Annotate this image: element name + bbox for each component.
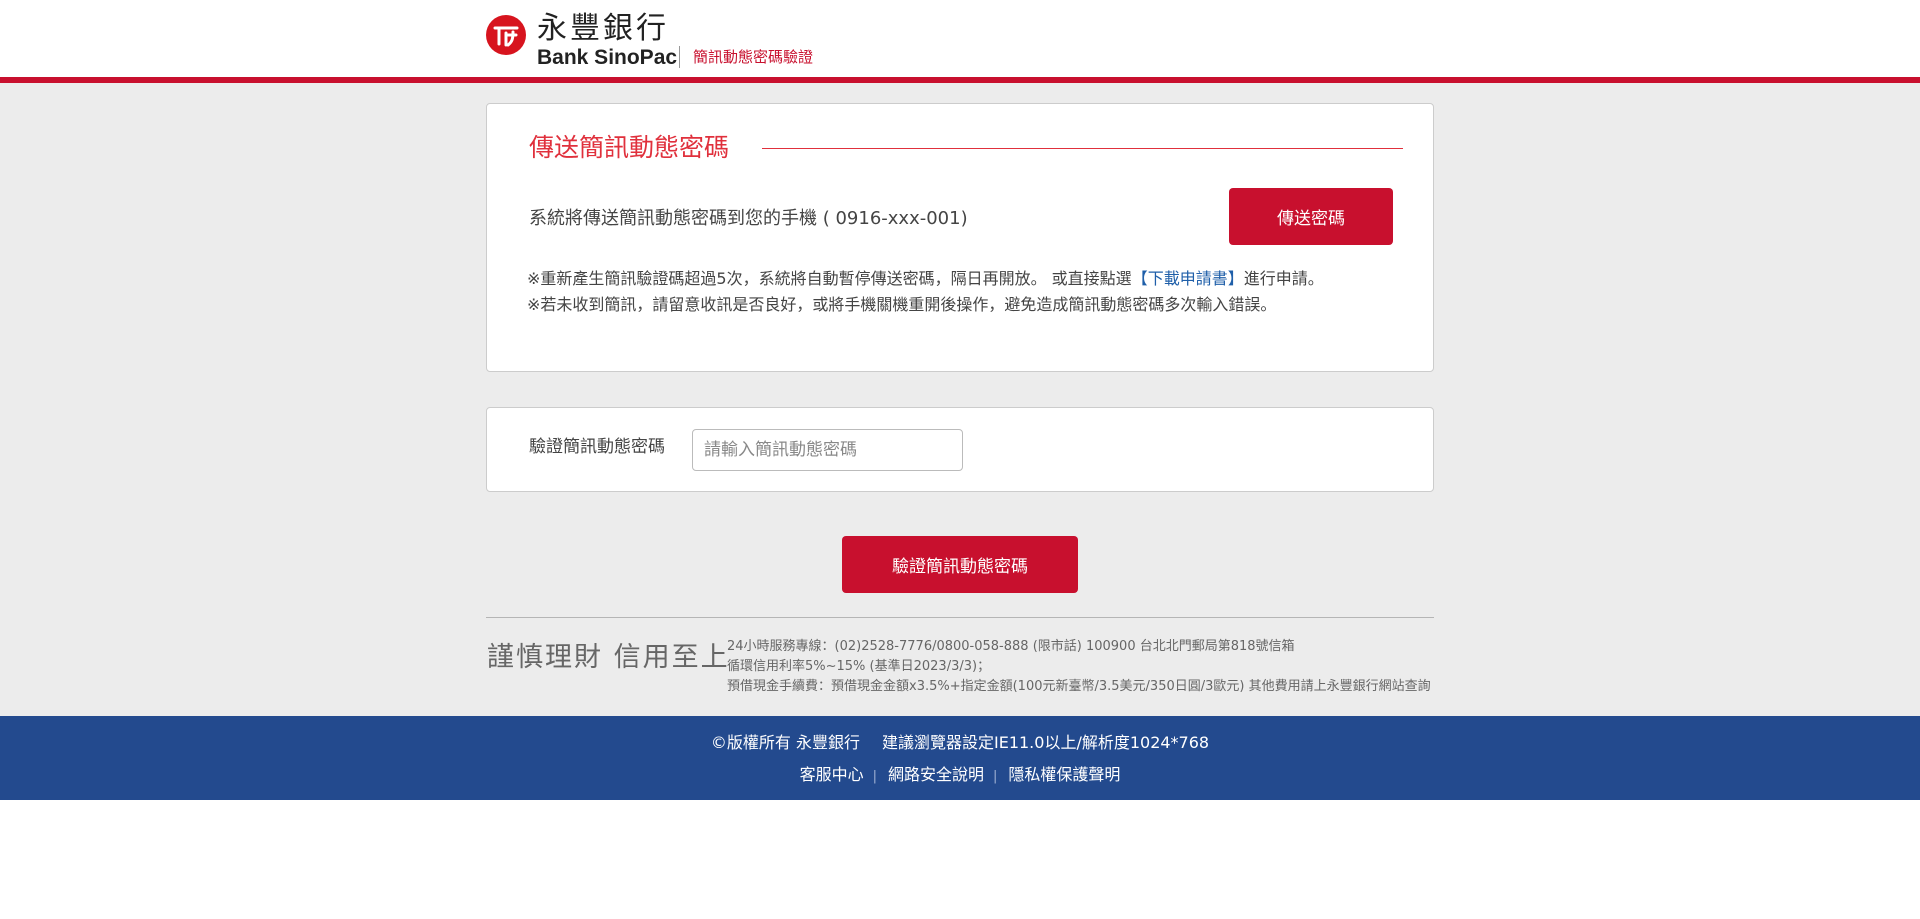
verify-label: 驗證簡訊動態密碼 (529, 437, 665, 457)
brand-name-zh: 永豐銀行 (537, 11, 669, 46)
note1-suffix: 進行申請。 (1243, 269, 1324, 288)
header-divider (679, 46, 680, 68)
network-security-link[interactable]: 網路安全說明 (888, 765, 984, 784)
verify-otp-button[interactable]: 驗證簡訊動態密碼 (842, 536, 1078, 593)
browser-recommendation: 建議瀏覽器設定IE11.0以上/解析度1024*768 (881, 733, 1210, 752)
note-resend-limit: ※重新產生簡訊驗證碼超過5次，系統將自動暫停傳送密碼，隔日再開放。 或直接點選【… (527, 266, 1397, 292)
footer-links: 客服中心 | 網路安全說明 | 隱私權保護聲明 (0, 764, 1920, 788)
interest-rate-note: 循環信用利率5%~15% (基準日2023/3/3)； (727, 659, 991, 674)
verify-otp-card: 驗證簡訊動態密碼 (486, 407, 1434, 492)
site-footer: ©版權所有 永豐銀行 建議瀏覽器設定IE11.0以上/解析度1024*768 客服… (0, 716, 1920, 800)
service-hotline: 24小時服務專線：(02)2528-7776/0800-058-888 (限市話… (727, 639, 1295, 654)
send-password-button[interactable]: 傳送密碼 (1229, 188, 1393, 245)
link-separator: | (993, 769, 998, 784)
customer-service-link[interactable]: 客服中心 (800, 765, 864, 784)
bank-slogan: 謹慎理財 信用至上 (487, 642, 730, 673)
send-info-text: 系統將傳送簡訊動態密碼到您的手機 ( 0916-xxx-001) (529, 208, 968, 229)
sinopac-logo-icon[interactable] (486, 15, 526, 55)
note1-text: ※重新產生簡訊驗證碼超過5次，系統將自動暫停傳送密碼，隔日再開放。 或直接點選 (527, 269, 1132, 288)
copyright-text: ©版權所有 永豐銀行 (710, 733, 860, 752)
send-otp-card: 傳送簡訊動態密碼 系統將傳送簡訊動態密碼到您的手機 ( 0916-xxx-001… (486, 103, 1434, 372)
notes-block: ※重新產生簡訊驗證碼超過5次，系統將自動暫停傳送密碼，隔日再開放。 或直接點選【… (527, 266, 1397, 318)
download-application-link[interactable]: 【下載申請書】 (1132, 269, 1244, 288)
footer-divider (486, 617, 1434, 618)
privacy-policy-link[interactable]: 隱私權保護聲明 (1008, 765, 1120, 784)
cash-advance-fee-note: 預借現金手續費：預借現金金額x3.5%+指定金額(100元新臺幣/3.5美元/3… (727, 679, 1431, 694)
site-header: 永豐銀行 Bank SinoPac 簡訊動態密碼驗證 (0, 0, 1920, 83)
note-no-sms: ※若未收到簡訊，請留意收訊是否良好，或將手機關機重開後操作，避免造成簡訊動態密碼… (527, 295, 1277, 314)
footer-info-row: ©版權所有 永豐銀行 建議瀏覽器設定IE11.0以上/解析度1024*768 (0, 732, 1920, 754)
brand-name-en: Bank SinoPac (537, 46, 678, 69)
page-subtitle: 簡訊動態密碼驗證 (693, 48, 814, 66)
otp-input[interactable] (692, 429, 963, 471)
section-title: 傳送簡訊動態密碼 (529, 133, 730, 162)
contact-info: 24小時服務專線：(02)2528-7776/0800-058-888 (限市話… (727, 637, 1431, 697)
title-rule (762, 148, 1403, 149)
link-separator: | (872, 769, 877, 784)
